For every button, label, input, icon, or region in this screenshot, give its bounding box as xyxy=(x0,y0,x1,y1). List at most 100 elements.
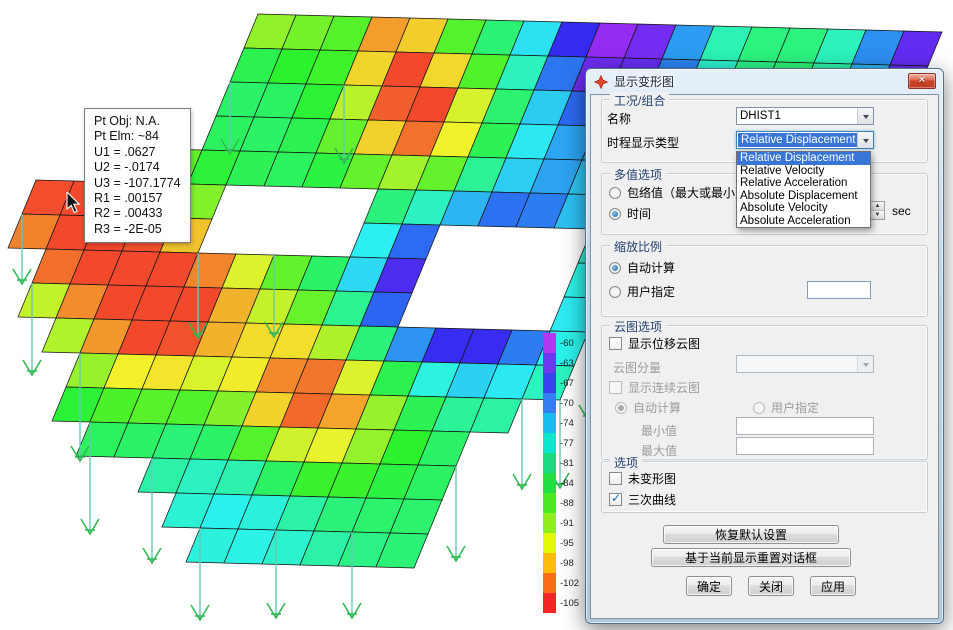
legend-color-swatch xyxy=(543,593,556,613)
legend-entry: -102 xyxy=(543,573,579,593)
legend-value: -95 xyxy=(560,538,574,549)
legend-value: -74 xyxy=(560,418,574,429)
app-icon xyxy=(594,75,608,89)
dropdown-option[interactable]: Relative Displacement xyxy=(737,152,870,165)
legend-color-swatch xyxy=(543,413,556,433)
legend-value: -67 xyxy=(560,378,574,389)
legend-value: -81 xyxy=(560,458,574,469)
tooltip-line: U2 = -.0174 xyxy=(94,160,181,175)
dropdown-option[interactable]: Relative Velocity xyxy=(737,165,870,178)
undeformed-shape-checkbox-box xyxy=(609,472,622,485)
legend-color-swatch xyxy=(543,453,556,473)
max-value-label: 最大值 xyxy=(641,442,677,459)
group-multivalue-label: 多值选项 xyxy=(610,166,666,183)
legend-entry: -70 xyxy=(543,393,579,413)
reset-from-display-button[interactable]: 基于当前显示重置对话框 xyxy=(651,548,851,567)
group-scaling-label: 缩放比例 xyxy=(610,238,666,255)
case-name-select[interactable]: DHIST1 xyxy=(736,107,874,125)
time-radio[interactable]: 时间 xyxy=(609,206,651,221)
continuous-contour-checkbox-box xyxy=(609,381,622,394)
spin-down-button[interactable]: ▼ xyxy=(871,211,884,219)
legend-color-swatch xyxy=(543,513,556,533)
max-value-input[interactable] xyxy=(736,437,874,455)
show-contour-checkbox[interactable]: 显示位移云图 xyxy=(609,336,700,351)
cubic-curve-checkbox-label: 三次曲线 xyxy=(628,491,676,508)
contour-user-radio-circle xyxy=(753,402,765,414)
tooltip-line: R3 = -2E-05 xyxy=(94,222,181,237)
display-deformed-shape-dialog: 显示变形图 ✕ 工况/组合 名称 DHIST1 时程显示类型 Relative … xyxy=(585,68,944,624)
group-options-label: 选项 xyxy=(610,454,642,471)
undeformed-shape-checkbox[interactable]: 未变形图 xyxy=(609,471,676,486)
spin-up-button[interactable]: ▲ xyxy=(871,202,884,211)
legend-color-swatch xyxy=(543,553,556,573)
continuous-contour-checkbox[interactable]: 显示连续云图 xyxy=(609,380,700,395)
display-type-dropdown-list: Relative Displacement Relative Velocity … xyxy=(736,151,871,228)
apply-button[interactable]: 应用 xyxy=(810,576,856,596)
legend-value: -84 xyxy=(560,478,574,489)
cubic-curve-checkbox[interactable]: 三次曲线 xyxy=(609,492,676,507)
show-contour-checkbox-label: 显示位移云图 xyxy=(628,335,700,352)
group-contour-options-label: 云图选项 xyxy=(610,318,666,335)
contour-legend: -60 -63 -67 -70 -74 xyxy=(543,333,579,613)
dropdown-option[interactable]: Relative Acceleration xyxy=(737,177,870,190)
legend-entry: -84 xyxy=(543,473,579,493)
legend-color-swatch xyxy=(543,473,556,493)
tooltip-line: R2 = .00433 xyxy=(94,206,181,221)
chevron-down-icon xyxy=(857,132,873,148)
close-icon: ✕ xyxy=(918,76,926,86)
legend-entry: -88 xyxy=(543,493,579,513)
close-action-button[interactable]: 关闭 xyxy=(748,576,794,596)
dropdown-option[interactable]: Absolute Displacement xyxy=(737,190,870,203)
group-scaling: 缩放比例 xyxy=(601,245,928,317)
scale-value-input[interactable] xyxy=(807,281,871,299)
scale-auto-radio-label: 自动计算 xyxy=(627,259,675,276)
legend-entry: -105 xyxy=(543,593,579,613)
dialog-title: 显示变形图 xyxy=(614,73,674,90)
legend-color-swatch xyxy=(543,573,556,593)
cubic-curve-checkbox-box xyxy=(609,493,622,506)
group-case-combo-label: 工况/组合 xyxy=(610,92,669,109)
dropdown-option[interactable]: Absolute Acceleration xyxy=(737,215,870,228)
contour-auto-radio[interactable]: 自动计算 xyxy=(615,400,681,415)
contour-auto-radio-circle xyxy=(615,402,627,414)
legend-color-swatch xyxy=(543,433,556,453)
scale-user-radio-label: 用户指定 xyxy=(627,283,675,300)
legend-entry: -74 xyxy=(543,413,579,433)
scale-user-radio[interactable]: 用户指定 xyxy=(609,284,675,299)
min-value-input[interactable] xyxy=(736,417,874,435)
contour-user-radio[interactable]: 用户指定 xyxy=(753,400,819,415)
mouse-cursor-icon xyxy=(66,192,84,216)
display-type-select[interactable]: Relative Displacement xyxy=(736,131,874,149)
name-label: 名称 xyxy=(607,110,631,127)
contour-auto-radio-label: 自动计算 xyxy=(633,399,681,416)
contour-component-label: 云图分量 xyxy=(613,359,661,376)
dialog-titlebar[interactable]: 显示变形图 ✕ xyxy=(590,69,939,94)
show-contour-checkbox-box xyxy=(609,337,622,350)
chevron-down-icon xyxy=(857,356,873,372)
envelope-radio-label: 包络值（最大或最小） xyxy=(627,184,747,201)
legend-value: -98 xyxy=(560,558,574,569)
scale-auto-radio-circle xyxy=(609,262,621,274)
envelope-radio[interactable]: 包络值（最大或最小） xyxy=(609,185,747,200)
restore-defaults-button[interactable]: 恢复默认设置 xyxy=(663,525,839,544)
scale-auto-radio[interactable]: 自动计算 xyxy=(609,260,675,275)
legend-entry: -60 xyxy=(543,333,579,353)
contour-component-select[interactable] xyxy=(736,355,874,373)
close-button[interactable]: ✕ xyxy=(908,73,936,89)
min-value-label: 最小值 xyxy=(641,422,677,439)
tooltip-line: Pt Obj: N.A. xyxy=(94,114,181,129)
legend-entry: -95 xyxy=(543,533,579,553)
ok-button[interactable]: 确定 xyxy=(686,576,732,596)
case-name-value: DHIST1 xyxy=(737,108,857,124)
legend-color-swatch xyxy=(543,533,556,553)
dropdown-option[interactable]: Absolute Velocity xyxy=(737,202,870,215)
legend-value: -70 xyxy=(560,398,574,409)
legend-entry: -81 xyxy=(543,453,579,473)
legend-color-swatch xyxy=(543,373,556,393)
legend-value: -105 xyxy=(560,598,579,609)
contour-component-value xyxy=(737,356,857,372)
time-radio-label: 时间 xyxy=(627,205,651,222)
tooltip-line: R1 = .00157 xyxy=(94,191,181,206)
continuous-contour-checkbox-label: 显示连续云图 xyxy=(628,379,700,396)
legend-color-swatch xyxy=(543,333,556,353)
